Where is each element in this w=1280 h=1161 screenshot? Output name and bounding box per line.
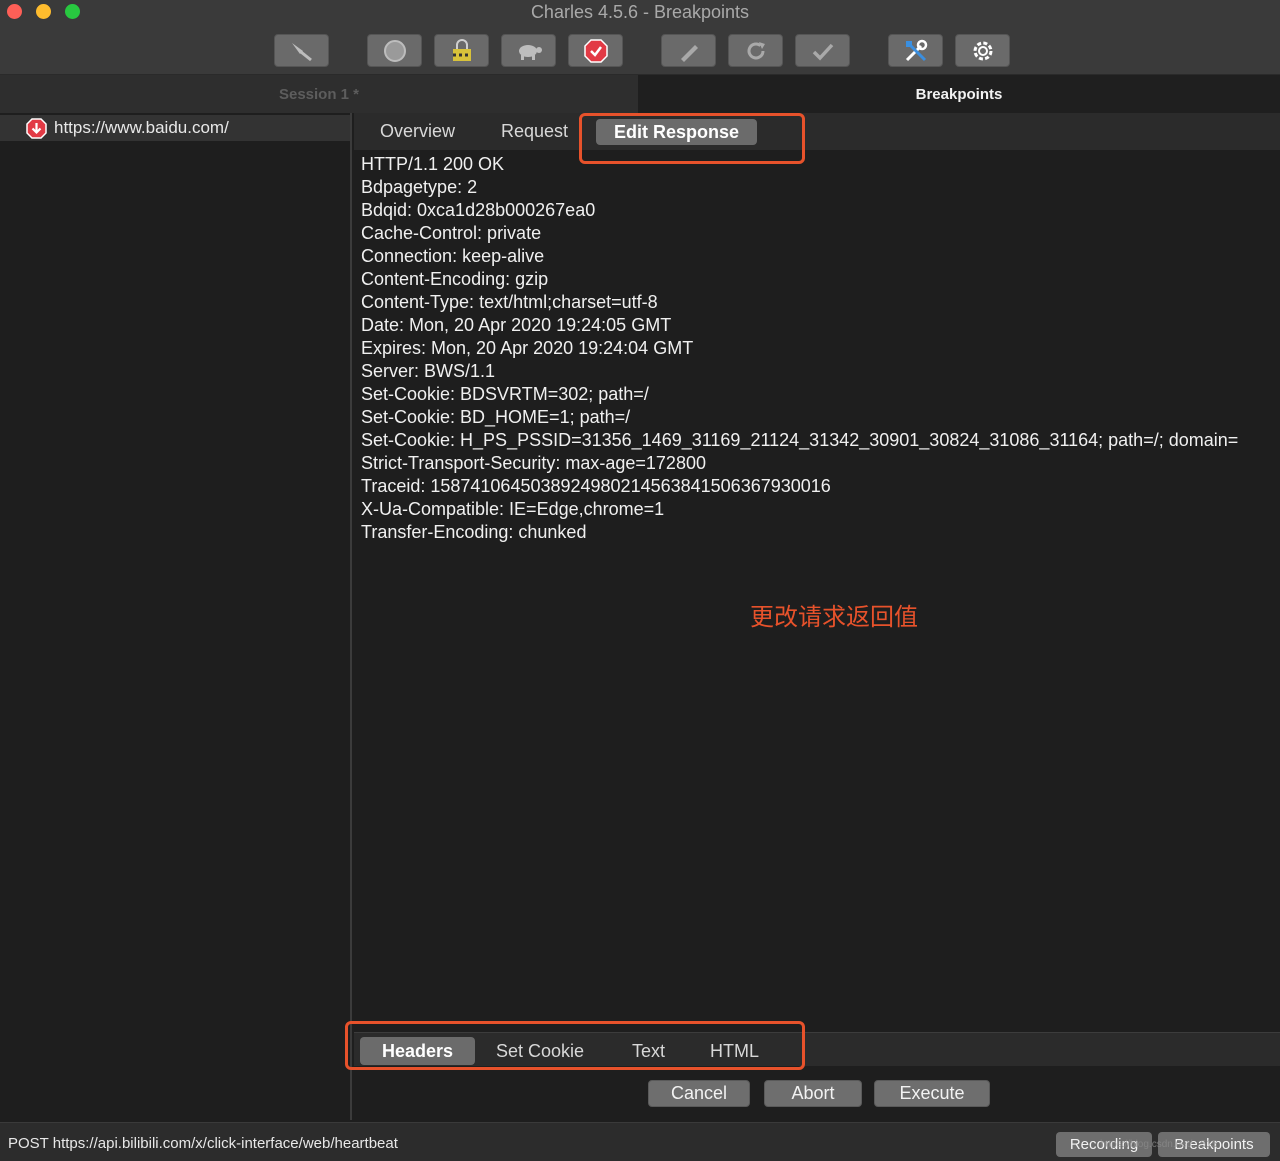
tools-button[interactable] <box>888 34 943 67</box>
repeat-button[interactable] <box>728 34 783 67</box>
breakpoint-stop-icon <box>583 38 608 63</box>
tab-breakpoints[interactable]: Breakpoints <box>638 75 1280 113</box>
tab-request[interactable]: Request <box>501 113 568 150</box>
ssl-lock-icon <box>452 38 471 61</box>
header-line: Traceid: 1587410645038924980214563841506… <box>361 476 831 496</box>
cancel-button[interactable]: Cancel <box>648 1080 750 1107</box>
request-url: https://www.baidu.com/ <box>54 118 229 137</box>
settings-gear-icon <box>973 41 992 60</box>
annotation-text: 更改请求返回值 <box>750 604 918 631</box>
header-line: Content-Type: text/html;charset=utf-8 <box>361 292 658 312</box>
highlight-box-view-tabs <box>345 1021 805 1070</box>
header-line: Content-Encoding: gzip <box>361 269 549 289</box>
compose-button[interactable] <box>661 34 716 67</box>
watermark: https://blog.csdn.net/...515 <box>1100 1139 1218 1150</box>
throttle-button[interactable] <box>501 34 556 67</box>
header-line: Bdpagetype: 2 <box>361 177 478 197</box>
header-line: Set-Cookie: BDSVRTM=302; path=/ <box>361 384 649 404</box>
turtle-throttle-icon <box>518 44 542 60</box>
header-line: X-Ua-Compatible: IE=Edge,chrome=1 <box>361 499 665 519</box>
breakpoints-toggle-button[interactable] <box>568 34 623 67</box>
tab-overview[interactable]: Overview <box>380 113 455 150</box>
window-title: Charles 4.5.6 - Breakpoints <box>530 2 750 22</box>
main-tab-strip: Session 1 * Breakpoints <box>0 75 1280 113</box>
request-list-pane: https://www.baidu.com/ <box>0 113 352 1120</box>
breakpoint-down-icon <box>26 117 47 139</box>
tools-icon <box>905 39 927 61</box>
header-line: Transfer-Encoding: chunked <box>361 522 587 542</box>
tab-session[interactable]: Session 1 * <box>0 75 638 113</box>
breakpoint-editor-pane: Overview Request Edit Response HTTP/1.1 … <box>354 113 1280 1120</box>
ssl-proxying-button[interactable] <box>434 34 489 67</box>
editor-subtabs: Overview Request Edit Response <box>354 113 1280 150</box>
pen-compose-icon <box>680 44 698 62</box>
validate-button[interactable] <box>795 34 850 67</box>
header-line: Set-Cookie: H_PS_PSSID=31356_1469_31169_… <box>361 430 1239 450</box>
broom-icon <box>291 42 312 61</box>
header-line: Server: BWS/1.1 <box>361 361 496 381</box>
header-line: Date: Mon, 20 Apr 2020 19:24:05 GMT <box>361 315 672 335</box>
response-headers-editor[interactable]: HTTP/1.1 200 OK Bdpagetype: 2 Bdqid: 0xca1… <box>361 153 1238 544</box>
status-text: POST https://api.bilibili.com/x/click-in… <box>8 1135 398 1152</box>
repeat-icon <box>747 41 765 59</box>
abort-button[interactable]: Abort <box>764 1080 862 1107</box>
header-line: Cache-Control: private <box>361 223 542 243</box>
list-item[interactable]: https://www.baidu.com/ <box>0 115 350 141</box>
header-line: Bdqid: 0xca1d28b000267ea0 <box>361 200 596 220</box>
settings-button[interactable] <box>955 34 1010 67</box>
title-bar: Charles 4.5.6 - Breakpoints <box>0 0 1280 75</box>
header-line: Set-Cookie: BD_HOME=1; path=/ <box>361 407 631 427</box>
record-button[interactable] <box>367 34 422 67</box>
execute-button[interactable]: Execute <box>874 1080 990 1107</box>
clear-session-button[interactable] <box>274 34 329 67</box>
header-line: Expires: Mon, 20 Apr 2020 19:24:04 GMT <box>361 338 694 358</box>
highlight-box-edit-response <box>579 113 805 164</box>
record-icon <box>383 39 406 62</box>
header-line: Strict-Transport-Security: max-age=17280… <box>361 453 706 473</box>
checkmark-validate-icon <box>812 43 833 61</box>
status-bar: POST https://api.bilibili.com/x/click-in… <box>0 1122 1280 1161</box>
header-line: Connection: keep-alive <box>361 246 545 266</box>
